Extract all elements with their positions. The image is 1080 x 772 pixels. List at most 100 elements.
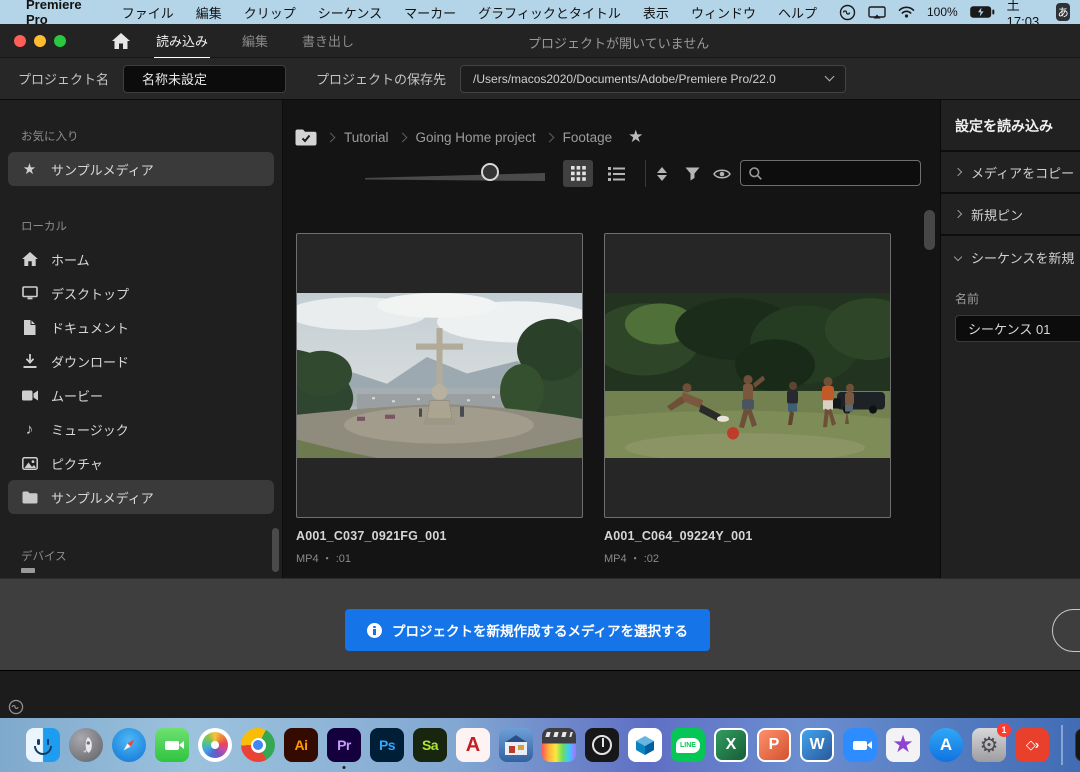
project-name-label: プロジェクト名 bbox=[18, 69, 109, 88]
dock-icon-system-settings[interactable]: ⚙ 1 bbox=[972, 728, 1006, 762]
project-location-dropdown[interactable]: /Users/macos2020/Documents/Adobe/Premier… bbox=[460, 65, 846, 93]
dock-icon-terminal[interactable]: >_ bbox=[1075, 728, 1080, 762]
project-settings-row: プロジェクト名 プロジェクトの保存先 /Users/macos2020/Docu… bbox=[0, 58, 1080, 100]
dock-icon-chrome[interactable] bbox=[241, 728, 275, 762]
clip-thumbnail-cross-monument[interactable] bbox=[296, 233, 583, 518]
menu-marker[interactable]: マーカー bbox=[404, 3, 456, 22]
sidebar-item-documents[interactable]: ドキュメント bbox=[8, 310, 274, 344]
sort-icon[interactable] bbox=[651, 163, 673, 185]
sidebar-item-music[interactable]: ♪ ミュージック bbox=[8, 412, 274, 446]
dock-icon-sketchup[interactable] bbox=[628, 728, 662, 762]
folder-check-icon[interactable] bbox=[295, 129, 317, 146]
toolbar-divider bbox=[645, 160, 646, 187]
dock-icon-photoshop[interactable]: Ps bbox=[370, 728, 404, 762]
input-method-badge[interactable]: あ bbox=[1056, 3, 1070, 21]
breadcrumb-footage[interactable]: Footage bbox=[563, 130, 613, 145]
window-close-button[interactable] bbox=[14, 35, 26, 47]
setting-copy-media[interactable]: メディアをコピー bbox=[941, 152, 1080, 194]
dock-icon-autocad[interactable]: A bbox=[456, 728, 490, 762]
dock-icon-disk-speed-test[interactable] bbox=[585, 728, 619, 762]
dock-icon-imovie[interactable]: ★ bbox=[886, 728, 920, 762]
menu-file[interactable]: ファイル bbox=[122, 3, 174, 22]
download-icon bbox=[21, 354, 38, 369]
visibility-eye-icon[interactable] bbox=[711, 163, 733, 185]
content-scrollbar[interactable] bbox=[924, 210, 935, 250]
dock-icon-substance-sampler[interactable]: Sa bbox=[413, 728, 447, 762]
screen-mirroring-icon[interactable] bbox=[868, 6, 886, 19]
sidebar-item-local-sample-media[interactable]: サンプルメディア bbox=[8, 480, 274, 514]
menu-graphics-titles[interactable]: グラフィックとタイトル bbox=[478, 3, 621, 22]
setting-new-sequence[interactable]: シーケンスを新規 bbox=[941, 236, 1080, 278]
sidebar-item-favorite-sample-media[interactable]: ★ サンプルメディア bbox=[8, 152, 274, 186]
dock-divider bbox=[1061, 725, 1063, 765]
tab-import[interactable]: 読み込み bbox=[154, 22, 210, 59]
search-icon bbox=[749, 167, 762, 180]
sidebar-header-devices: デバイス bbox=[0, 538, 282, 572]
menu-clip[interactable]: クリップ bbox=[244, 3, 296, 22]
wifi-icon[interactable] bbox=[898, 6, 915, 18]
menu-view[interactable]: 表示 bbox=[643, 3, 669, 22]
search-box[interactable] bbox=[740, 160, 921, 186]
list-view-button[interactable] bbox=[601, 160, 631, 187]
sequence-name-label: 名前 bbox=[941, 278, 1080, 315]
sidebar-item-movies[interactable]: ムービー bbox=[8, 378, 274, 412]
app-menu-title[interactable]: Premiere Pro bbox=[26, 0, 102, 27]
dock-icon-excel[interactable]: X bbox=[714, 728, 748, 762]
dock-icon-word[interactable]: W bbox=[800, 728, 834, 762]
battery-percent: 100% bbox=[927, 5, 958, 19]
dock-icon-red-diamond-app[interactable]: ◇› bbox=[1015, 728, 1049, 762]
filter-icon[interactable] bbox=[681, 163, 703, 185]
creative-cloud-icon[interactable] bbox=[8, 699, 24, 715]
window-zoom-button[interactable] bbox=[54, 35, 66, 47]
tab-export[interactable]: 書き出し bbox=[300, 22, 356, 59]
setting-new-bin[interactable]: 新規ピン bbox=[941, 194, 1080, 236]
menu-sequence[interactable]: シーケンス bbox=[318, 3, 382, 22]
dock-icon-safari[interactable] bbox=[112, 728, 146, 762]
sidebar-item-partial[interactable] bbox=[21, 568, 35, 573]
breadcrumb-tutorial[interactable]: Tutorial bbox=[344, 130, 389, 145]
dock-icon-line[interactable]: LINE bbox=[671, 728, 705, 762]
notification-badge: 1 bbox=[997, 723, 1011, 737]
dock-icon-app-store[interactable]: A bbox=[929, 728, 963, 762]
dock-icon-final-cut-pro[interactable] bbox=[542, 728, 576, 762]
sidebar-item-home[interactable]: ホーム bbox=[8, 242, 274, 276]
chevron-right-icon bbox=[954, 168, 962, 176]
dock-icon-facetime[interactable] bbox=[155, 728, 189, 762]
picture-icon bbox=[21, 457, 38, 470]
clip-meta: MP4 ・ :01 bbox=[296, 550, 583, 566]
clip-thumbnail-soccer-kids[interactable] bbox=[604, 233, 891, 518]
dock-icon-powerpoint[interactable]: P bbox=[757, 728, 791, 762]
dock-icon-zoom[interactable] bbox=[843, 728, 877, 762]
tab-edit[interactable]: 編集 bbox=[240, 22, 270, 59]
home-icon[interactable] bbox=[112, 33, 130, 49]
dock-icon-finder[interactable] bbox=[26, 728, 60, 762]
sidebar-scrollbar[interactable] bbox=[272, 528, 279, 572]
menu-window[interactable]: ウィンドウ bbox=[691, 3, 756, 22]
dock-icon-photos[interactable] bbox=[198, 728, 232, 762]
chevron-right-icon bbox=[954, 210, 962, 218]
dock-icon-launchpad[interactable] bbox=[69, 728, 103, 762]
search-input[interactable] bbox=[769, 166, 924, 180]
clip-card[interactable]: A001_C064_09224Y_001 MP4 ・ :02 bbox=[604, 233, 891, 566]
creative-cloud-status-icon[interactable] bbox=[839, 4, 856, 21]
sidebar-item-downloads[interactable]: ダウンロード bbox=[8, 344, 274, 378]
menu-edit[interactable]: 編集 bbox=[196, 3, 222, 22]
sidebar-item-pictures[interactable]: ピクチャ bbox=[8, 446, 274, 480]
dock-icon-premiere-pro[interactable]: Pr bbox=[327, 728, 361, 762]
import-button-partial[interactable] bbox=[1052, 609, 1080, 652]
window-minimize-button[interactable] bbox=[34, 35, 46, 47]
menu-help[interactable]: ヘルプ bbox=[778, 3, 817, 22]
dock-icon-sweet-home-3d[interactable] bbox=[499, 728, 533, 762]
clip-card[interactable]: A001_C037_0921FG_001 MP4 ・ :01 bbox=[296, 233, 583, 566]
favorite-star-icon[interactable]: ★ bbox=[628, 127, 643, 147]
thumbnail-zoom-slider[interactable] bbox=[365, 172, 545, 182]
thumbnail-zoom-knob[interactable] bbox=[481, 163, 499, 181]
dock-icon-illustrator[interactable]: Ai bbox=[284, 728, 318, 762]
sidebar-item-desktop[interactable]: デスクトップ bbox=[8, 276, 274, 310]
breadcrumb: Tutorial Going Home project Footage ★ bbox=[295, 127, 643, 147]
sequence-name-input[interactable] bbox=[955, 315, 1080, 342]
project-name-input[interactable] bbox=[123, 65, 286, 93]
breadcrumb-going-home-project[interactable]: Going Home project bbox=[416, 130, 536, 145]
macos-menubar: Premiere Pro ファイル 編集 クリップ シーケンス マーカー グラフ… bbox=[0, 0, 1080, 24]
grid-view-button[interactable] bbox=[563, 160, 593, 187]
